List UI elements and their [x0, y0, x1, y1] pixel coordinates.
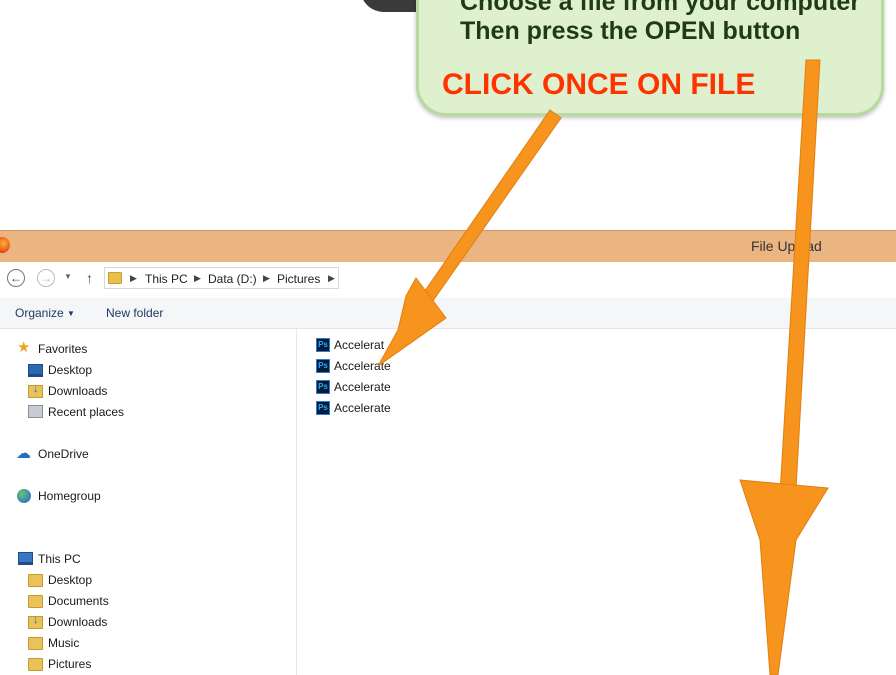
nav-pc-music[interactable]: Music — [48, 636, 79, 650]
breadcrumb-chevron-icon[interactable]: ▶ — [328, 273, 335, 284]
breadcrumb-chevron-icon[interactable]: ▶ — [130, 273, 137, 284]
music-folder-icon — [28, 637, 43, 650]
folder-icon — [28, 595, 43, 608]
file-item[interactable]: Accelerate — [334, 380, 391, 394]
arrow-to-open-button-head — [739, 479, 829, 675]
file-item[interactable]: Accelerat — [334, 338, 384, 352]
up-arrow-icon[interactable]: ↑ — [86, 270, 93, 286]
nav-pc-desktop[interactable]: Desktop — [48, 573, 92, 587]
pictures-folder-icon — [28, 658, 43, 671]
nav-homegroup[interactable]: Homegroup — [38, 489, 101, 503]
file-item[interactable]: Accelerate — [334, 359, 391, 373]
window-title: File Upload — [751, 238, 822, 254]
nav-pc-documents[interactable]: Documents — [48, 594, 109, 608]
folder-icon — [28, 574, 43, 587]
photoshop-file-icon: Ps — [316, 359, 330, 373]
downloads-icon — [28, 383, 43, 398]
desktop-icon — [28, 364, 43, 377]
cloud-icon: ☁ — [16, 445, 31, 462]
chevron-down-icon[interactable]: ▼ — [67, 309, 75, 318]
downloads-icon — [28, 614, 43, 629]
nav-this-pc[interactable]: This PC — [38, 552, 81, 566]
star-icon: ★ — [17, 339, 31, 356]
breadcrumb-data-drive[interactable]: Data (D:) — [208, 272, 257, 286]
callout-click-text: CLICK ONCE ON FILE — [442, 68, 756, 101]
photoshop-file-icon: Ps — [316, 401, 330, 415]
homegroup-icon — [17, 489, 31, 503]
nav-favorites[interactable]: Favorites — [38, 342, 87, 356]
breadcrumb-this-pc[interactable]: This PC — [145, 272, 188, 286]
folder-icon — [108, 272, 122, 284]
nav-pc-pictures[interactable]: Pictures — [48, 657, 91, 671]
new-folder-button[interactable]: New folder — [106, 306, 163, 320]
nav-favorites-desktop[interactable]: Desktop — [48, 363, 92, 377]
nav-pc-downloads[interactable]: Downloads — [48, 615, 107, 629]
recent-places-icon — [28, 405, 43, 418]
computer-icon — [18, 552, 33, 565]
photoshop-file-icon: Ps — [316, 380, 330, 394]
back-arrow-icon[interactable]: ← — [7, 269, 25, 287]
nav-favorites-downloads[interactable]: Downloads — [48, 384, 107, 398]
nav-recent-places[interactable]: Recent places — [48, 405, 124, 419]
photoshop-file-icon: Ps — [316, 338, 330, 352]
recent-locations-dropdown-icon[interactable]: ▼ — [64, 272, 72, 281]
callout-line-2: Then press the OPEN button — [460, 17, 801, 45]
organize-button[interactable]: Organize — [15, 306, 64, 320]
breadcrumb-chevron-icon[interactable]: ▶ — [194, 273, 201, 284]
callout-line-1: Choose a file from your computer — [460, 0, 861, 16]
file-item[interactable]: Accelerate — [334, 401, 391, 415]
breadcrumb-chevron-icon[interactable]: ▶ — [263, 273, 270, 284]
breadcrumb-pictures[interactable]: Pictures — [277, 272, 320, 286]
nav-onedrive[interactable]: OneDrive — [38, 447, 89, 461]
forward-arrow-icon[interactable]: → — [37, 269, 55, 287]
